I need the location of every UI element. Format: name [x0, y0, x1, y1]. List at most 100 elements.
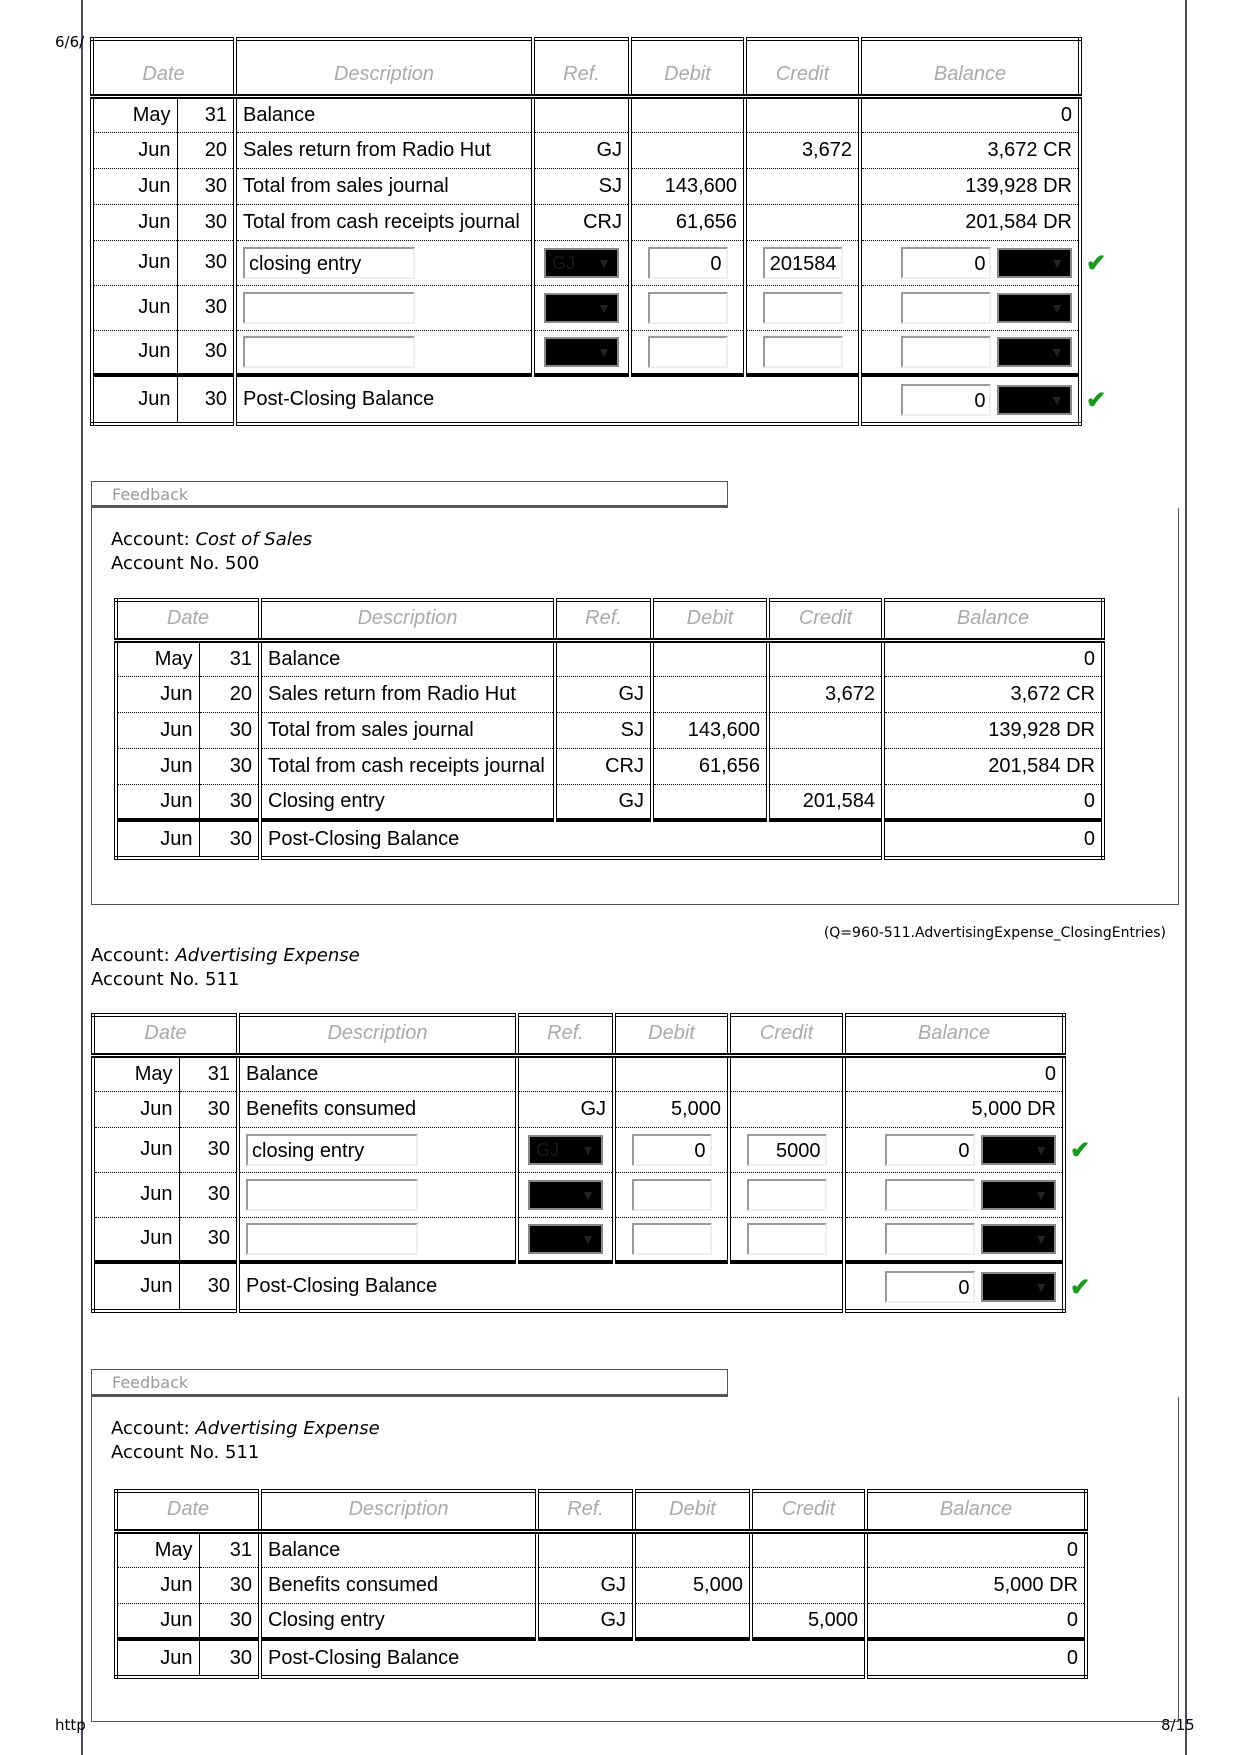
question-id: (Q=960-511.AdvertisingExpense_ClosingEnt…: [823, 925, 1166, 941]
balance-side-select[interactable]: ▼: [997, 292, 1072, 323]
credit-cell: [766, 748, 883, 785]
account-name: Advertising Expense: [195, 1418, 380, 1439]
credit-cell: 5,000: [749, 1603, 866, 1640]
header-debit: Debit: [612, 1015, 729, 1058]
credit-input[interactable]: [762, 335, 843, 368]
ref-select[interactable]: GJ ▼: [544, 247, 619, 278]
debit-input[interactable]: 0: [631, 1133, 712, 1166]
feedback-account-heading-2: Account: Advertising Expense Account No.…: [111, 1418, 380, 1463]
date-day: 30: [176, 168, 235, 205]
select-value: GJ: [536, 1139, 560, 1160]
table-row: Jun 30 Closing entry GJ 5,000 0: [116, 1603, 1086, 1640]
credit-input[interactable]: [746, 1222, 827, 1255]
balance-cell: 0: [858, 96, 1080, 133]
ref-select[interactable]: GJ ▼: [528, 1134, 603, 1165]
header-description: Description: [258, 600, 555, 643]
chevron-down-icon: ▼: [1050, 299, 1064, 316]
debit-input[interactable]: 0: [647, 246, 728, 279]
debit-input[interactable]: [647, 335, 728, 368]
credit-cell: [743, 330, 860, 376]
feedback-label-1: Feedback: [91, 481, 728, 508]
credit-cell: [743, 285, 860, 331]
date-day: 30: [198, 748, 260, 785]
debit-input[interactable]: [631, 1178, 712, 1211]
balance-side-select[interactable]: ▼: [981, 1179, 1056, 1210]
credit-input[interactable]: [762, 291, 843, 324]
description-cell: Total from cash receipts journal: [233, 204, 533, 241]
balance-side-select[interactable]: ▼: [997, 247, 1072, 278]
debit-input[interactable]: [647, 291, 728, 324]
balance-cell: 0: [864, 1531, 1086, 1568]
balance-input[interactable]: [885, 1222, 976, 1255]
date-month: Jun: [116, 784, 199, 821]
date-day: 30: [198, 784, 260, 821]
date-month: Jun: [92, 168, 177, 205]
description-cell: Post-Closing Balance: [233, 373, 860, 424]
balance-cell: 139,928 DR: [858, 168, 1080, 205]
balance-cell: 139,928 DR: [881, 712, 1103, 749]
balance-input[interactable]: [885, 1178, 976, 1211]
balance-input[interactable]: [901, 291, 992, 324]
ref-cell: ▼: [531, 330, 630, 376]
table-row: Jun 30 Total from sales journal SJ 143,600 13…: [92, 168, 1080, 205]
header-row: Date Description Ref. Debit Credit Balance: [93, 1015, 1064, 1058]
description-cell: Closing entry: [258, 1603, 537, 1640]
balance-cell: 0 ▼: [842, 1260, 1064, 1311]
balance-side-select[interactable]: ▼: [981, 1223, 1056, 1254]
date-day: 31: [198, 1531, 260, 1568]
balance-input[interactable]: [901, 335, 992, 368]
date-month: Jun: [93, 1172, 179, 1218]
chevron-down-icon: ▼: [1034, 1141, 1048, 1158]
table-row: May 31 Balance 0: [92, 96, 1080, 133]
debit-input[interactable]: [631, 1222, 712, 1255]
balance-cell: 3,672 CR: [881, 676, 1103, 713]
debit-cell: 61,656: [628, 204, 745, 241]
balance-side-select[interactable]: ▼: [981, 1271, 1056, 1302]
balance-side-select[interactable]: ▼: [997, 336, 1072, 367]
description-input[interactable]: [243, 291, 415, 324]
table-row: Jun 30 closing entry GJ ▼ 0 201584 0 ▼: [92, 240, 1080, 286]
chevron-down-icon: ▼: [1050, 391, 1064, 408]
description-input[interactable]: [246, 1222, 418, 1255]
header-credit: Credit: [749, 1491, 866, 1534]
credit-input[interactable]: [746, 1178, 827, 1211]
balance-input[interactable]: 0: [885, 1133, 976, 1166]
date-month: Jun: [116, 712, 199, 749]
credit-cell: [727, 1172, 844, 1218]
chevron-down-icon: ▼: [1050, 343, 1064, 360]
table-row: Jun 20 Sales return from Radio Hut GJ 3,672 3…: [116, 676, 1103, 713]
balance-input[interactable]: 0: [901, 246, 992, 279]
credit-input[interactable]: 5000: [746, 1133, 827, 1166]
balance-side-select[interactable]: ▼: [981, 1134, 1056, 1165]
description-cell: Sales return from Radio Hut: [258, 676, 555, 713]
description-input[interactable]: [246, 1178, 418, 1211]
ref-cell: SJ: [531, 168, 630, 205]
balance-cell: 0: [864, 1637, 1086, 1677]
chevron-down-icon: ▼: [1034, 1278, 1048, 1295]
ref-select[interactable]: ▼: [528, 1179, 603, 1210]
date-month: Jun: [116, 1637, 199, 1677]
header-date: Date: [93, 1015, 238, 1058]
description-input[interactable]: [243, 335, 415, 368]
description-cell: [236, 1172, 517, 1218]
header-ref: Ref.: [531, 39, 630, 99]
balance-side-select[interactable]: ▼: [997, 384, 1072, 415]
debit-cell: [650, 784, 768, 821]
table-row: Jun 30 Total from cash receipts journal CRJ…: [116, 748, 1103, 785]
balance-cell: 3,672 CR: [858, 132, 1080, 169]
credit-input[interactable]: 201584: [762, 246, 843, 279]
ref-select[interactable]: ▼: [528, 1223, 603, 1254]
description-input[interactable]: closing entry: [243, 246, 415, 279]
ref-select[interactable]: ▼: [544, 336, 619, 367]
table-row: Jun 30 Benefits consumed GJ 5,000 5,000 DR: [116, 1567, 1086, 1604]
description-input[interactable]: closing entry: [246, 1133, 418, 1166]
balance-input[interactable]: 0: [885, 1270, 976, 1303]
balance-cell: 0: [881, 818, 1103, 858]
account-number: Account No. 511: [111, 1442, 260, 1463]
chevron-down-icon: ▼: [1034, 1186, 1048, 1203]
header-credit: Credit: [766, 600, 883, 643]
ref-select[interactable]: ▼: [544, 292, 619, 323]
date-day: 30: [176, 204, 235, 241]
balance-input[interactable]: 0: [901, 383, 992, 416]
ref-cell: [553, 640, 652, 677]
